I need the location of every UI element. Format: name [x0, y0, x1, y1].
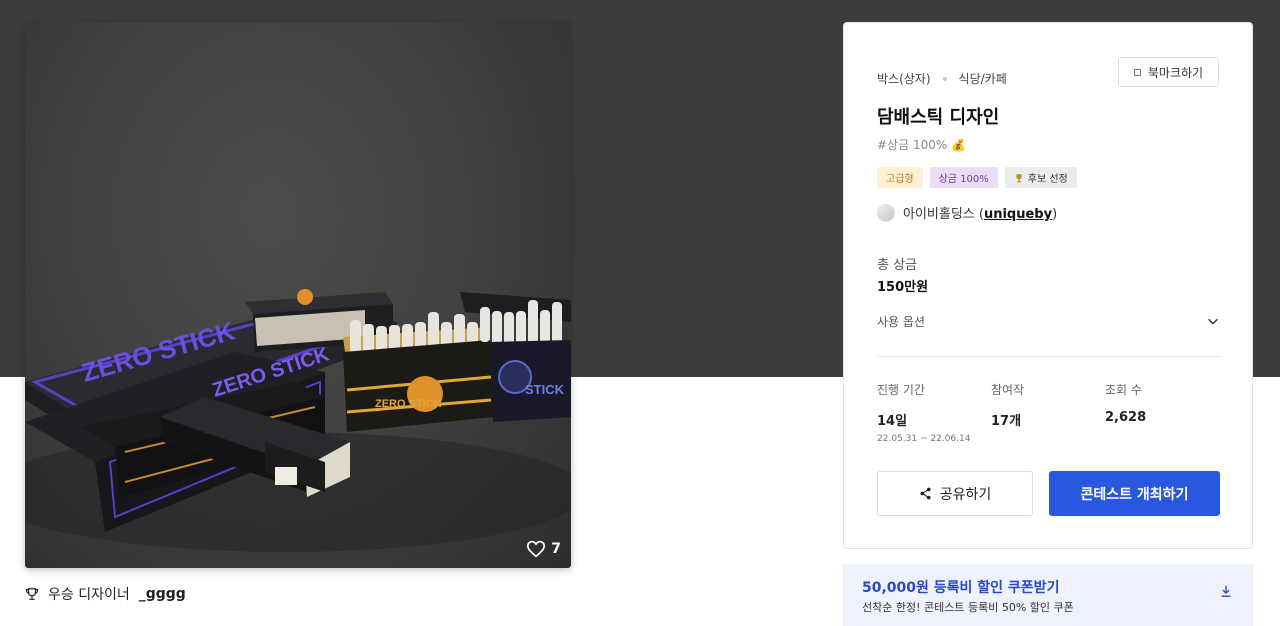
winner-label: 우승 디자이너: [48, 587, 130, 603]
category-breadcrumb: 박스(상자) 식당/카페: [877, 70, 1007, 87]
like-count: 7: [551, 541, 561, 557]
share-label: 공유하기: [939, 486, 992, 503]
options-toggle[interactable]: 사용 옵션: [877, 312, 1220, 330]
host-name: 아이비홀딩스 (: [903, 207, 984, 222]
stat-entries: 참여작 17개: [991, 381, 1105, 444]
contest-title: 담배스틱 디자인: [877, 107, 1000, 128]
share-button[interactable]: 공유하기: [877, 471, 1033, 516]
blue-pack-label: STICK: [525, 382, 565, 397]
trophy-icon: [1016, 173, 1022, 182]
category-sub[interactable]: 식당/카페: [959, 70, 1007, 87]
entries-label: 참여작: [991, 383, 1025, 397]
coupon-subtitle: 선착순 한정! 콘테스트 등록비 50% 할인 쿠폰: [862, 601, 1074, 614]
coupon-title: 50,000원 등록비 할인 쿠폰받기: [862, 580, 1060, 596]
tag-candidate: 후보 선정: [1004, 167, 1077, 188]
period-range: 22.05.31 ~ 22.06.14: [877, 434, 971, 444]
like-button[interactable]: 7: [526, 540, 561, 558]
winner-designer: 우승 디자이너 _gggg: [25, 584, 186, 604]
period-value: 14일: [877, 414, 908, 429]
artwork-illustration: ZERO STICK ZERO STICK ZERO STICK STICK: [25, 289, 571, 552]
views-value: 2,628: [1105, 410, 1147, 425]
total-prize-value: 150만원: [877, 280, 929, 295]
chevron-down-icon: [1208, 318, 1218, 325]
stat-period: 진행 기간 14일 22.05.31 ~ 22.06.14: [877, 381, 991, 444]
contest-tags: 고급형 상금 100% 후보 선정: [877, 167, 1077, 188]
trophy-icon: [25, 588, 39, 600]
host-contest-label: 콘테스트 개최하기: [1080, 486, 1189, 503]
orange-pack-label: ZERO STICK: [375, 398, 442, 410]
entries-value: 17개: [991, 414, 1022, 429]
host-avatar: [877, 203, 895, 222]
coupon-banner[interactable]: 50,000원 등록비 할인 쿠폰받기 선착순 한정! 콘테스트 등록비 50%…: [843, 564, 1253, 626]
views-label: 조회 수: [1105, 383, 1142, 397]
host-contest-button[interactable]: 콘테스트 개최하기: [1049, 471, 1220, 516]
contest-info-panel: 박스(상자) 식당/카페 북마크하기 담배스틱 디자인 #상금 100% 💰 고…: [843, 22, 1253, 549]
tag-premium: 고급형: [877, 167, 923, 188]
options-label: 사용 옵션: [877, 314, 925, 329]
divider: [877, 356, 1220, 357]
winner-name[interactable]: _gggg: [139, 586, 186, 602]
contest-host: 아이비홀딩스 (uniqueby): [877, 203, 1057, 222]
stat-views: 조회 수 2,628: [1105, 381, 1219, 444]
host-handle[interactable]: uniqueby: [984, 207, 1052, 222]
heart-outline-icon: [527, 540, 546, 558]
bookmark-button[interactable]: 북마크하기: [1118, 57, 1219, 87]
contest-stats: 진행 기간 14일 22.05.31 ~ 22.06.14 참여작 17개 조회…: [877, 381, 1220, 444]
download-icon[interactable]: [1219, 584, 1233, 598]
total-prize-label: 총 상금: [877, 258, 918, 273]
bookmark-icon: [1133, 68, 1141, 76]
contest-artwork[interactable]: ZERO STICK ZERO STICK ZERO STICK STICK 7: [25, 22, 571, 568]
tag-prize: 상금 100%: [929, 167, 998, 188]
category-separator: [942, 76, 947, 81]
open-pack-orange: ZERO STICK: [343, 312, 493, 432]
category-main[interactable]: 박스(상자): [877, 70, 931, 87]
contest-hashtag: #상금 100% 💰: [877, 138, 967, 152]
share-icon: [920, 487, 931, 500]
period-label: 진행 기간: [877, 383, 925, 397]
bookmark-label: 북마크하기: [1147, 65, 1204, 80]
